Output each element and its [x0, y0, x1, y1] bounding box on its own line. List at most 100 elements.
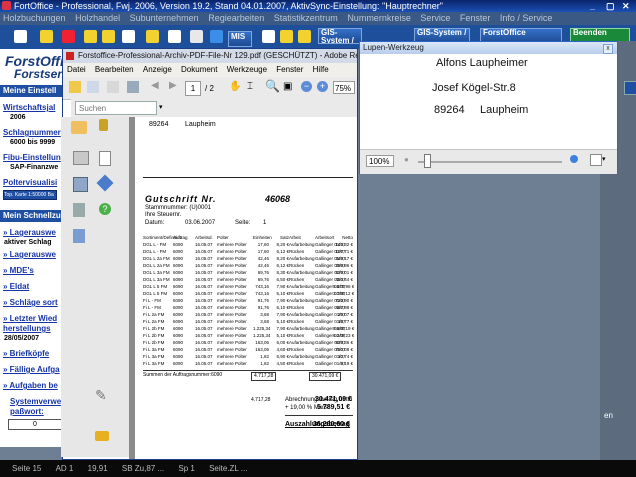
- folder-icon[interactable]: [280, 30, 293, 43]
- mis-button[interactable]: MIS: [228, 31, 252, 47]
- column-header: Satz: [279, 235, 289, 240]
- menu-regiearbeiten[interactable]: Regiearbeiten: [208, 13, 264, 23]
- password-field[interactable]: 0: [8, 419, 62, 430]
- minimize-button[interactable]: _: [590, 0, 595, 12]
- previous-page-icon[interactable]: ◀: [151, 80, 159, 91]
- menu-statistikzentrum[interactable]: Statistikzentrum: [274, 13, 338, 23]
- close-icon[interactable]: x: [603, 44, 613, 54]
- attachment-icon[interactable]: [73, 203, 85, 217]
- hand-tool-icon[interactable]: ✋: [229, 81, 241, 92]
- table-icon[interactable]: [190, 30, 203, 43]
- new-icon[interactable]: [14, 30, 27, 43]
- invoice-heading: Gutschrift Nr.: [145, 194, 217, 204]
- zoom-in-icon[interactable]: [570, 155, 578, 163]
- lock-icon[interactable]: [99, 119, 108, 131]
- column-header: Arbeitsd.: [195, 235, 213, 240]
- folder-icon[interactable]: [84, 30, 97, 43]
- chevron-down-icon[interactable]: ▾: [602, 155, 606, 163]
- menu-info-service[interactable]: Info / Service: [500, 13, 553, 23]
- search-dropdown-icon[interactable]: ▾: [159, 103, 163, 111]
- document-panel-icon[interactable]: [99, 151, 111, 166]
- zoom-level-field[interactable]: 75%: [333, 81, 355, 94]
- datum-value: 03.06.2007: [185, 220, 216, 226]
- save-panel-icon[interactable]: [73, 177, 88, 192]
- menu-fenster[interactable]: Fenster: [460, 13, 491, 23]
- table-cell: Gallinger 01/07: [315, 354, 346, 359]
- paperclip-icon[interactable]: ✎: [95, 387, 107, 404]
- magnifier-zoom-field[interactable]: 100%: [366, 155, 394, 167]
- color-picker-icon[interactable]: [590, 154, 602, 166]
- document-icon[interactable]: [262, 30, 275, 43]
- pdf-menu-fenster[interactable]: Fenster: [276, 65, 303, 74]
- table-cell: 42,46: [257, 263, 269, 268]
- menu-service[interactable]: Service: [420, 13, 450, 23]
- table-cell: 16.05.07: [195, 347, 213, 352]
- search-input[interactable]: [75, 101, 157, 115]
- zoom-out-icon[interactable]: ●: [404, 155, 409, 164]
- table-cell: Aufarbeitung: [289, 340, 315, 345]
- table-cell: 10,74 €: [337, 354, 353, 359]
- magnified-zip: 89264: [434, 104, 465, 116]
- gis-flurkarte-button[interactable]: GIS-System / Flurkarte: [318, 28, 362, 44]
- table-cell: Fi L 2b FM: [143, 333, 165, 338]
- menu-nummernkreise[interactable]: Nummernkreise: [347, 13, 411, 23]
- table-cell: 17,60: [257, 249, 269, 254]
- table-cell: 16.05.07: [195, 284, 213, 289]
- edit-icon[interactable]: [62, 30, 75, 43]
- help-icon[interactable]: ?: [99, 203, 111, 215]
- select-tool-icon[interactable]: ⌶: [247, 81, 253, 92]
- zoom-out-icon[interactable]: −: [301, 81, 312, 92]
- pdf-menu-hilfe[interactable]: Hilfe: [313, 65, 329, 74]
- column-header: Arbeit: [289, 235, 301, 240]
- comments-icon[interactable]: [95, 431, 109, 441]
- tools-icon[interactable]: [73, 229, 85, 243]
- dropdown-arrow-icon[interactable]: [624, 81, 636, 95]
- table-cell: 17,60: [257, 242, 269, 247]
- pdf-menu-datei[interactable]: Datei: [67, 65, 86, 74]
- table-cell: Fi L 3a FM: [143, 354, 165, 359]
- open-icon[interactable]: [69, 81, 81, 93]
- pdf-menu-anzeige[interactable]: Anzeige: [143, 65, 172, 74]
- table-cell: DGL L - FM: [143, 242, 167, 247]
- table-cell: Aufarbeitung: [289, 326, 315, 331]
- pdf-menu-werkzeuge[interactable]: Werkzeuge: [227, 65, 267, 74]
- pdf-titlebar: Forstoffice-Professional-Archiv-PDF-File…: [63, 49, 357, 63]
- menu-holzhandel[interactable]: Holzhandel: [75, 13, 120, 23]
- pages-panel-icon[interactable]: [71, 121, 87, 134]
- menu-subunternehmen[interactable]: Subunternehmen: [130, 13, 199, 23]
- table-cell: 4,50 €: [276, 361, 289, 366]
- zoom-tool-icon[interactable]: 🔍: [265, 79, 280, 93]
- next-page-icon[interactable]: ▶: [169, 80, 177, 91]
- table-cell: 6090: [173, 249, 184, 254]
- menu-holzbuchungen[interactable]: Holzbuchungen: [3, 13, 66, 23]
- folder-icon[interactable]: [298, 30, 311, 43]
- close-button[interactable]: ✕: [622, 0, 630, 12]
- print-panel-icon[interactable]: [73, 151, 89, 165]
- email-icon[interactable]: [127, 81, 139, 93]
- table-cell: DGL L 5 FM: [143, 284, 168, 289]
- table-cell: Gallinger 01/07: [315, 270, 346, 275]
- status-item: SB Zu,87 ...: [121, 464, 165, 473]
- folder-icon[interactable]: [146, 30, 159, 43]
- table-cell: 1,82: [260, 354, 269, 359]
- total-divider: [285, 415, 353, 416]
- zoom-slider-handle[interactable]: [424, 154, 431, 168]
- pdf-menu-dokument[interactable]: Dokument: [181, 65, 217, 74]
- chart-icon[interactable]: [210, 30, 223, 43]
- zoom-in-icon[interactable]: +: [317, 81, 328, 92]
- maximize-button[interactable]: ▢: [606, 0, 615, 12]
- pdf-app-icon: [66, 52, 74, 60]
- folder-icon[interactable]: [40, 30, 53, 43]
- document-icon[interactable]: [122, 30, 135, 43]
- print-icon[interactable]: [107, 81, 119, 93]
- layers-icon[interactable]: [96, 174, 114, 192]
- stammnummer: Stammnummer: (U)0001: [145, 205, 212, 211]
- snapshot-icon[interactable]: ▣: [283, 81, 292, 92]
- table-cell: mehrere Polter: [217, 305, 247, 310]
- save-icon[interactable]: [87, 81, 99, 93]
- page-number-input[interactable]: 1: [185, 81, 201, 96]
- print-icon[interactable]: [168, 30, 181, 43]
- pdf-menu-bearbeiten[interactable]: Bearbeiten: [95, 65, 134, 74]
- folder-icon[interactable]: [102, 30, 115, 43]
- zoom-slider-track[interactable]: [418, 161, 562, 163]
